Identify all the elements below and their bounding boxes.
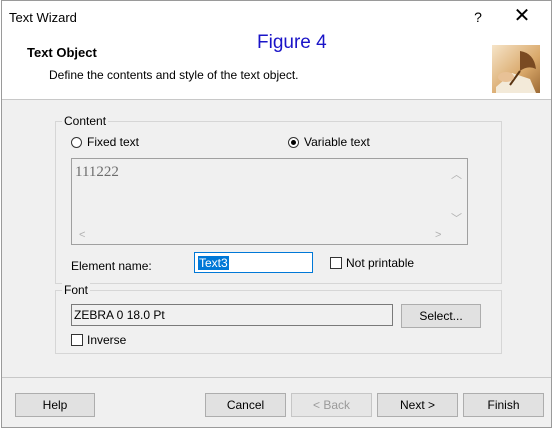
text-content-area[interactable] — [71, 158, 468, 245]
inverse-checkbox[interactable] — [71, 334, 83, 346]
window-title: Text Wizard — [9, 10, 77, 25]
font-legend: Font — [62, 283, 91, 297]
inverse-label[interactable]: Inverse — [87, 333, 126, 347]
fixed-text-radio[interactable] — [71, 137, 82, 148]
footer-divider — [2, 377, 551, 378]
scroll-down-icon[interactable]: ﹀ — [451, 210, 462, 226]
figure-label: Figure 4 — [257, 32, 327, 53]
fixed-text-label[interactable]: Fixed text — [87, 135, 139, 149]
close-icon[interactable]: ✕ — [512, 6, 532, 26]
scroll-up-icon[interactable]: ︿ — [451, 166, 462, 182]
variable-text-radio[interactable] — [288, 137, 299, 148]
select-font-button[interactable]: Select... — [401, 304, 481, 328]
element-name-label: Element name: — [71, 259, 152, 273]
title-bar — [2, 1, 551, 35]
text-wizard-dialog: Text Wizard ? ✕ Figure 4 Text Object Def… — [1, 0, 552, 428]
not-printable-label[interactable]: Not printable — [346, 256, 414, 270]
element-name-input[interactable]: Text3 — [194, 252, 313, 273]
next-button[interactable]: Next > — [377, 393, 458, 417]
font-value: ZEBRA 0 18.0 Pt — [74, 308, 165, 322]
help-button[interactable]: Help — [15, 393, 95, 417]
scroll-left-icon[interactable]: < — [79, 229, 85, 241]
scroll-right-icon[interactable]: > — [435, 229, 441, 241]
text-content-value: 111222 — [75, 164, 119, 180]
font-field: ZEBRA 0 18.0 Pt — [71, 304, 393, 326]
variable-text-label[interactable]: Variable text — [304, 135, 370, 149]
finish-button[interactable]: Finish — [463, 393, 544, 417]
help-icon[interactable]: ? — [470, 9, 486, 25]
page-title: Text Object — [27, 45, 97, 60]
cancel-button[interactable]: Cancel — [205, 393, 286, 417]
header-divider — [2, 99, 551, 100]
content-legend: Content — [62, 114, 109, 128]
wizard-quill-icon — [490, 43, 542, 95]
not-printable-checkbox[interactable] — [330, 257, 342, 269]
page-description: Define the contents and style of the tex… — [49, 68, 299, 82]
element-name-value: Text3 — [198, 256, 229, 270]
back-button[interactable]: < Back — [291, 393, 372, 417]
